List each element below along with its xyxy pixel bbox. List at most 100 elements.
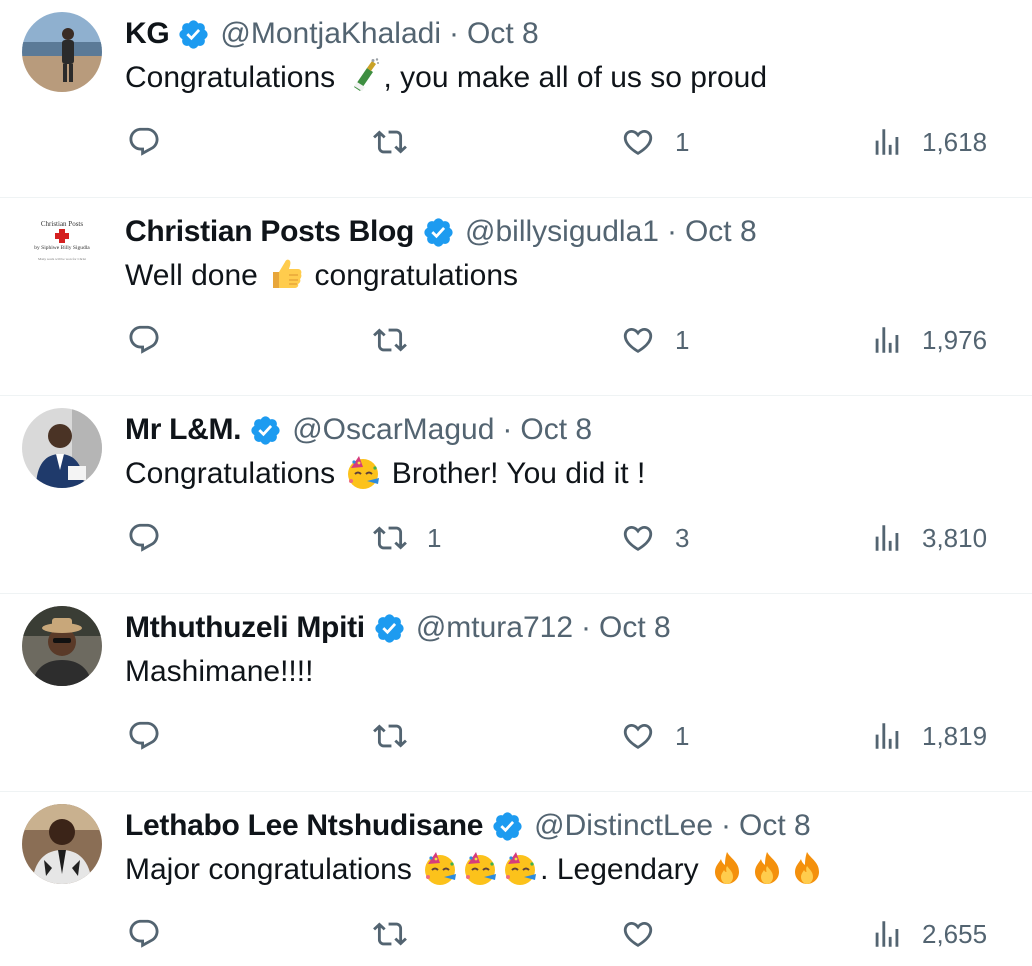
heart-icon [621, 521, 655, 555]
avatar[interactable] [22, 606, 102, 686]
retweet-icon [373, 719, 407, 753]
retweet-icon [373, 323, 407, 357]
tweet-text-part: Congratulations [125, 61, 344, 94]
verified-badge-icon [373, 612, 406, 645]
like-button[interactable] [621, 914, 675, 954]
avatar[interactable] [22, 408, 102, 488]
partying-face-emoji [345, 454, 381, 490]
retweet-button[interactable] [373, 716, 427, 756]
tweet-text-part: Brother! You did it ! [383, 457, 646, 490]
view-count: 1,976 [922, 324, 988, 355]
like-button[interactable]: 3 [621, 518, 689, 558]
tweet-actions: 2,655 [0, 914, 1032, 954]
retweet-button[interactable] [373, 320, 427, 360]
views-button[interactable]: 1,976 [870, 320, 987, 360]
user-handle[interactable]: @billysigudla1 [465, 215, 659, 249]
reply-feed: KG @MontjaKhaladi · Oct 8 Congratulation… [0, 0, 1032, 966]
tweet-text-part: congratulations [306, 259, 519, 292]
like-button[interactable]: 1 [621, 716, 689, 756]
tweet-date[interactable]: Oct 8 [467, 17, 539, 51]
verified-badge-icon [177, 18, 210, 51]
tweet-text: Major congratulations . Legendary [125, 850, 827, 890]
reply-icon [127, 719, 161, 753]
views-icon [870, 125, 904, 159]
tweet-text-part: Mashimane!!!! [125, 655, 314, 688]
reply-button[interactable] [127, 914, 181, 954]
like-count: 3 [675, 522, 690, 553]
tweet-actions: 1 3 3,810 [0, 518, 1032, 558]
tweet-text-part: . Legendary [540, 853, 707, 886]
like-count: 1 [675, 720, 690, 751]
partying-face-emoji [422, 850, 458, 886]
user-handle[interactable]: @mtura712 [416, 611, 573, 645]
display-name[interactable]: Mthuthuzeli Mpiti [125, 611, 365, 645]
separator-dot: · [666, 215, 677, 248]
tweet[interactable]: KG @MontjaKhaladi · Oct 8 Congratulation… [0, 0, 1032, 198]
tweet[interactable]: Lethabo Lee Ntshudisane @DistinctLee · O… [0, 792, 1032, 966]
views-button[interactable]: 3,810 [870, 518, 987, 558]
reply-button[interactable] [127, 518, 181, 558]
verified-badge-icon [422, 216, 455, 249]
tweet[interactable]: Mr L&M. @OscarMagud · Oct 8 Congratulati… [0, 396, 1032, 594]
separator-dot: · [448, 17, 459, 50]
reply-button[interactable] [127, 320, 181, 360]
reply-icon [127, 917, 161, 951]
view-count: 1,618 [922, 126, 988, 157]
tweet-header: Christian Posts Blog @billysigudla1 · Oc… [125, 212, 757, 252]
retweet-button[interactable] [373, 914, 427, 954]
avatar-logo-text: Christian Posts [41, 220, 83, 228]
retweet-icon [373, 521, 407, 555]
avatar[interactable]: Christian Posts by Siphiwe Billy Sigudla… [22, 210, 102, 290]
user-handle[interactable]: @MontjaKhaladi [220, 17, 441, 51]
partying-face-emoji [462, 850, 498, 886]
user-handle[interactable]: @DistinctLee [534, 809, 713, 843]
heart-icon [621, 917, 655, 951]
verified-badge-icon [491, 810, 524, 843]
retweet-button[interactable] [373, 122, 427, 162]
like-button[interactable]: 1 [621, 320, 689, 360]
views-button[interactable]: 1,618 [870, 122, 987, 162]
display-name[interactable]: Christian Posts Blog [125, 215, 414, 249]
tweet-text-part: , you make all of us so proud [383, 61, 768, 94]
reply-icon [127, 521, 161, 555]
user-handle[interactable]: @OscarMagud [292, 413, 494, 447]
reply-button[interactable] [127, 122, 181, 162]
like-count: 1 [675, 324, 690, 355]
tweet-header: Mthuthuzeli Mpiti @mtura712 · Oct 8 [125, 608, 671, 648]
tweet-date[interactable]: Oct 8 [739, 809, 811, 843]
tweet-text: Mashimane!!!! [125, 652, 313, 692]
fire-emoji [789, 850, 825, 886]
partying-face-emoji [502, 850, 538, 886]
tweet-text-part: Major congratulations [125, 853, 421, 886]
tweet[interactable]: Mthuthuzeli Mpiti @mtura712 · Oct 8 Mash… [0, 594, 1032, 792]
tweet-text: Well done congratulations [125, 256, 518, 296]
tweet-date[interactable]: Oct 8 [520, 413, 592, 447]
retweet-button[interactable]: 1 [373, 518, 441, 558]
display-name[interactable]: Mr L&M. [125, 413, 242, 447]
avatar-logo-text: Many souls will be won for Christ [38, 257, 86, 261]
heart-icon [621, 125, 655, 159]
tweet-date[interactable]: Oct 8 [599, 611, 671, 645]
avatar[interactable] [22, 12, 102, 92]
view-count: 1,819 [922, 720, 988, 751]
tweet-header: KG @MontjaKhaladi · Oct 8 [125, 14, 539, 54]
view-count: 2,655 [922, 918, 988, 949]
tweet[interactable]: Christian Posts by Siphiwe Billy Sigudla… [0, 198, 1032, 396]
reply-button[interactable] [127, 716, 181, 756]
verified-badge-icon [249, 414, 282, 447]
retweet-icon [373, 125, 407, 159]
view-count: 3,810 [922, 522, 988, 553]
like-button[interactable]: 1 [621, 122, 689, 162]
tweet-actions: 1 1,618 [0, 122, 1032, 162]
views-button[interactable]: 1,819 [870, 716, 987, 756]
display-name[interactable]: Lethabo Lee Ntshudisane [125, 809, 483, 843]
avatar-logo-text: by Siphiwe Billy Sigudla [34, 245, 90, 251]
separator-dot: · [581, 611, 592, 644]
views-button[interactable]: 2,655 [870, 914, 987, 954]
tweet-text: Congratulations Brother! You did it ! [125, 454, 645, 494]
views-icon [870, 521, 904, 555]
avatar[interactable] [22, 804, 102, 884]
display-name[interactable]: KG [125, 17, 170, 51]
tweet-date[interactable]: Oct 8 [685, 215, 757, 249]
champagne-emoji [345, 58, 381, 94]
